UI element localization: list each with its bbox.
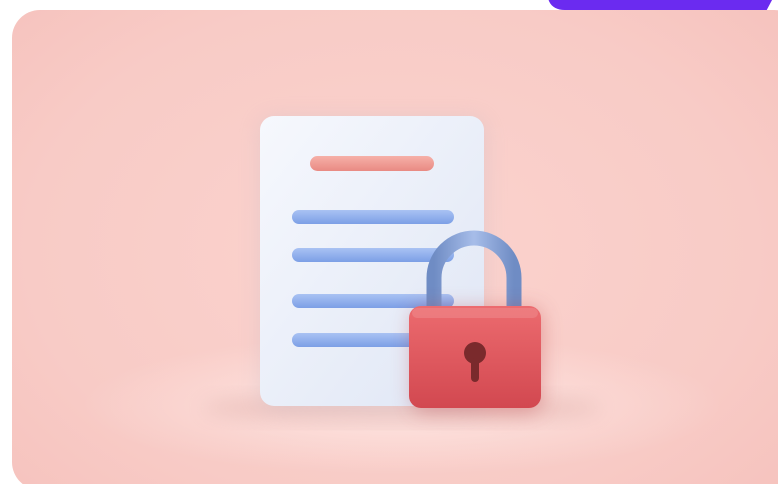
document-title-line <box>310 156 434 171</box>
locked-document-illustration <box>202 116 602 422</box>
corner-accent-shape <box>536 0 778 10</box>
illustration-card <box>12 10 778 484</box>
document-text-line <box>292 210 454 224</box>
document-text-line <box>292 248 454 262</box>
image-frame <box>0 0 778 484</box>
